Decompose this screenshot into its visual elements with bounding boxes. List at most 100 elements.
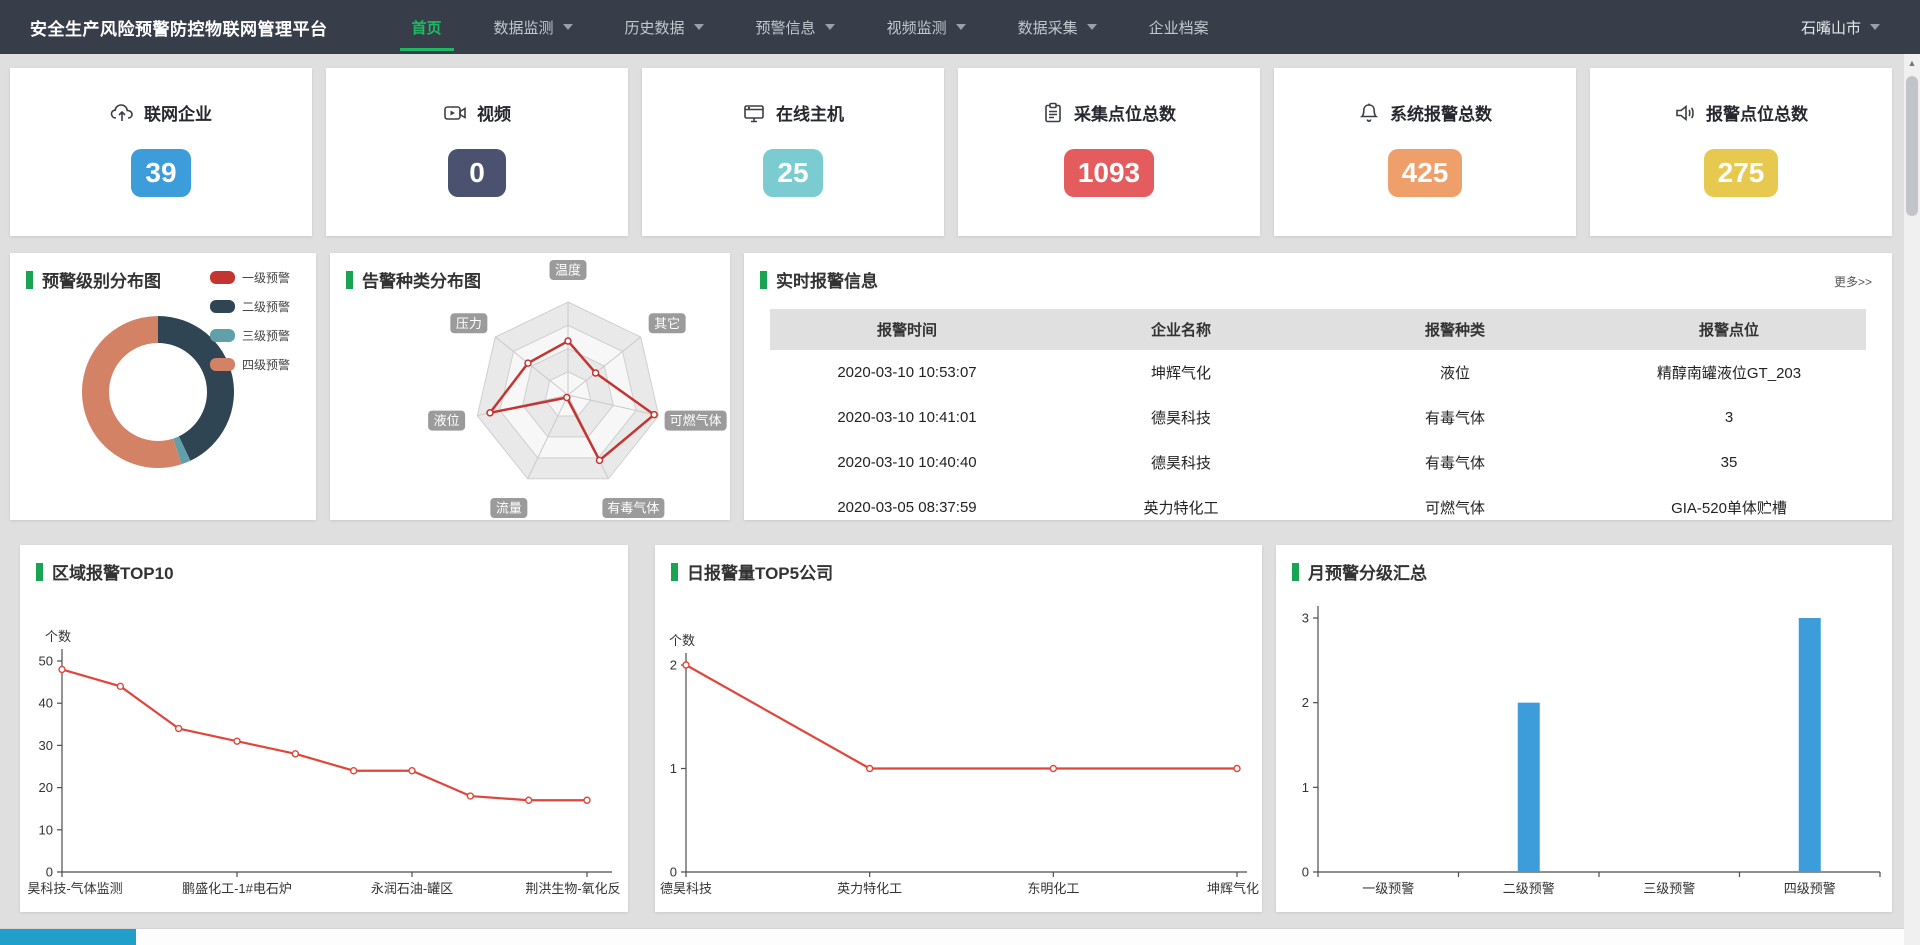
region-top10-chart: 01020304050个数昊科技-气体监测鹏盛化工-1#电石炉永润石油-罐区荆洪… xyxy=(20,545,628,912)
svg-text:温度: 温度 xyxy=(555,263,581,278)
scrollbar-thumb[interactable] xyxy=(1906,76,1918,216)
realtime-alarm-panel: 实时报警信息 更多>> 报警时间 企业名称 报警种类 报警点位 2020-03-… xyxy=(744,253,1892,520)
top-nav: 安全生产风险预警防控物联网管理平台 首页 数据监测 历史数据 预警信息 视频监测… xyxy=(0,0,1920,54)
svg-text:流量: 流量 xyxy=(496,501,522,516)
bell-icon xyxy=(1358,102,1380,124)
stat-value: 39 xyxy=(131,149,190,197)
clipboard-icon xyxy=(1042,102,1064,124)
svg-text:三级预警: 三级预警 xyxy=(1643,881,1695,896)
svg-text:10: 10 xyxy=(39,822,53,837)
svg-text:0: 0 xyxy=(670,865,677,880)
svg-text:2: 2 xyxy=(670,658,677,673)
stat-cards: 联网企业 39 视频 0 在线主机 25 采集点位总数 1093 系统报警总数 … xyxy=(10,68,1892,236)
title-accent-bar xyxy=(346,271,353,289)
nav-item-video-monitor[interactable]: 视频监测 xyxy=(861,0,992,54)
stat-card-alarm-points: 报警点位总数 275 xyxy=(1590,68,1892,236)
svg-text:液位: 液位 xyxy=(434,413,460,428)
video-icon xyxy=(443,102,467,124)
stat-value: 0 xyxy=(448,149,506,197)
cloud-upload-icon xyxy=(110,102,134,124)
donut-legend: 一级预警 二级预警 三级预警 四级预警 xyxy=(210,269,290,385)
nav-item-data-collect[interactable]: 数据采集 xyxy=(992,0,1123,54)
svg-text:30: 30 xyxy=(39,738,53,753)
svg-text:有毒气体: 有毒气体 xyxy=(607,501,659,516)
svg-text:一级预警: 一级预警 xyxy=(1362,881,1414,896)
alarm-type-panel: 告警种类分布图 温度其它可燃气体有毒气体 流量 液位 压力 xyxy=(330,253,730,520)
legend-item-level1[interactable]: 一级预警 xyxy=(210,269,290,286)
bottom-strip xyxy=(0,928,1904,945)
title-accent-bar xyxy=(36,563,43,581)
svg-text:坤辉气化: 坤辉气化 xyxy=(1207,881,1259,896)
dashboard-screen: 安全生产风险预警防控物联网管理平台 首页 数据监测 历史数据 预警信息 视频监测… xyxy=(0,0,1920,945)
col-alarm-time: 报警时间 xyxy=(770,309,1044,350)
stat-value: 25 xyxy=(763,149,822,197)
panel-title: 日报警量TOP5公司 xyxy=(671,559,833,584)
legend-marker xyxy=(210,300,235,313)
col-enterprise-name: 企业名称 xyxy=(1044,309,1318,350)
svg-text:四级预警: 四级预警 xyxy=(1784,881,1836,896)
svg-text:1: 1 xyxy=(670,761,677,776)
nav-item-data-monitor[interactable]: 数据监测 xyxy=(468,0,599,54)
legend-item-level3[interactable]: 三级预警 xyxy=(210,327,290,344)
main-menu: 首页 数据监测 历史数据 预警信息 视频监测 数据采集 企业档案 xyxy=(386,0,1235,54)
svg-text:1: 1 xyxy=(1302,780,1309,795)
title-accent-bar xyxy=(760,271,767,289)
speaker-icon xyxy=(1674,102,1696,124)
panel-title: 实时报警信息 xyxy=(760,267,878,292)
stat-card-online-enterprise: 联网企业 39 xyxy=(10,68,312,236)
col-alarm-point: 报警点位 xyxy=(1592,309,1866,350)
legend-item-level2[interactable]: 二级预警 xyxy=(210,298,290,315)
region-top10-panel: 区域报警TOP10 01020304050个数昊科技-气体监测鹏盛化工-1#电石… xyxy=(20,545,628,912)
monthly-summary-panel: 月预警分级汇总 0123一级预警二级预警三级预警四级预警 xyxy=(1276,545,1892,912)
svg-text:压力: 压力 xyxy=(456,316,482,331)
stat-card-system-alarms: 系统报警总数 425 xyxy=(1274,68,1576,236)
stat-card-collect-points: 采集点位总数 1093 xyxy=(958,68,1260,236)
stat-value: 1093 xyxy=(1064,149,1154,197)
nav-item-history-data[interactable]: 历史数据 xyxy=(599,0,730,54)
more-link[interactable]: 更多>> xyxy=(1834,273,1872,290)
svg-text:个数: 个数 xyxy=(45,629,71,644)
table-row: 2020-03-10 10:40:40德昊科技有毒气体35 xyxy=(770,440,1866,485)
alarm-table: 报警时间 企业名称 报警种类 报警点位 2020-03-10 10:53:07坤… xyxy=(770,309,1866,530)
scroll-up-arrow[interactable]: ▲ xyxy=(1904,54,1920,71)
chevron-down-icon xyxy=(1087,24,1097,30)
svg-text:二级预警: 二级预警 xyxy=(1503,881,1555,896)
title-accent-bar xyxy=(671,563,678,581)
chevron-down-icon xyxy=(1870,24,1880,30)
svg-text:可燃气体: 可燃气体 xyxy=(670,413,722,428)
stat-value: 425 xyxy=(1388,149,1463,197)
panel-title: 区域报警TOP10 xyxy=(36,559,174,584)
svg-text:昊科技-气体监测: 昊科技-气体监测 xyxy=(27,881,122,896)
svg-text:东明化工: 东明化工 xyxy=(1027,881,1079,896)
title-accent-bar xyxy=(1292,563,1299,581)
legend-marker xyxy=(210,271,235,284)
alarm-type-radar-chart: 温度其它可燃气体有毒气体 流量 液位 压力 xyxy=(330,253,730,520)
host-icon xyxy=(742,102,766,124)
title-accent-bar xyxy=(26,271,33,289)
legend-marker xyxy=(210,329,235,342)
legend-item-level4[interactable]: 四级预警 xyxy=(210,356,290,373)
panel-title: 预警级别分布图 xyxy=(26,267,161,292)
table-row: 2020-03-10 10:41:01德昊科技有毒气体3 xyxy=(770,395,1866,440)
nav-item-home[interactable]: 首页 xyxy=(386,0,468,54)
warning-level-panel: 预警级别分布图 一级预警 二级预警 三级预警 四级预警 xyxy=(10,253,316,520)
panel-title: 告警种类分布图 xyxy=(346,267,481,292)
region-selector[interactable]: 石嘴山市 xyxy=(1801,17,1880,38)
daily-top5-chart: 012个数德昊科技英力特化工东明化工坤辉气化 xyxy=(655,545,1262,912)
chevron-down-icon xyxy=(694,24,704,30)
monthly-summary-chart: 0123一级预警二级预警三级预警四级预警 xyxy=(1276,545,1892,912)
app-title: 安全生产风险预警防控物联网管理平台 xyxy=(30,15,328,40)
vertical-scrollbar[interactable]: ▲ xyxy=(1904,54,1920,945)
stat-label: 联网企业 xyxy=(144,100,212,125)
stat-label: 在线主机 xyxy=(776,100,844,125)
chevron-down-icon xyxy=(956,24,966,30)
svg-text:0: 0 xyxy=(1302,865,1309,880)
svg-text:0: 0 xyxy=(46,865,53,880)
chevron-down-icon xyxy=(825,24,835,30)
nav-item-warning-info[interactable]: 预警信息 xyxy=(730,0,861,54)
svg-text:2: 2 xyxy=(1302,695,1309,710)
daily-top5-panel: 日报警量TOP5公司 012个数德昊科技英力特化工东明化工坤辉气化 xyxy=(655,545,1262,912)
svg-text:永润石油-罐区: 永润石油-罐区 xyxy=(371,881,453,896)
nav-item-enterprise-archive[interactable]: 企业档案 xyxy=(1123,0,1235,54)
svg-text:其它: 其它 xyxy=(654,316,680,331)
